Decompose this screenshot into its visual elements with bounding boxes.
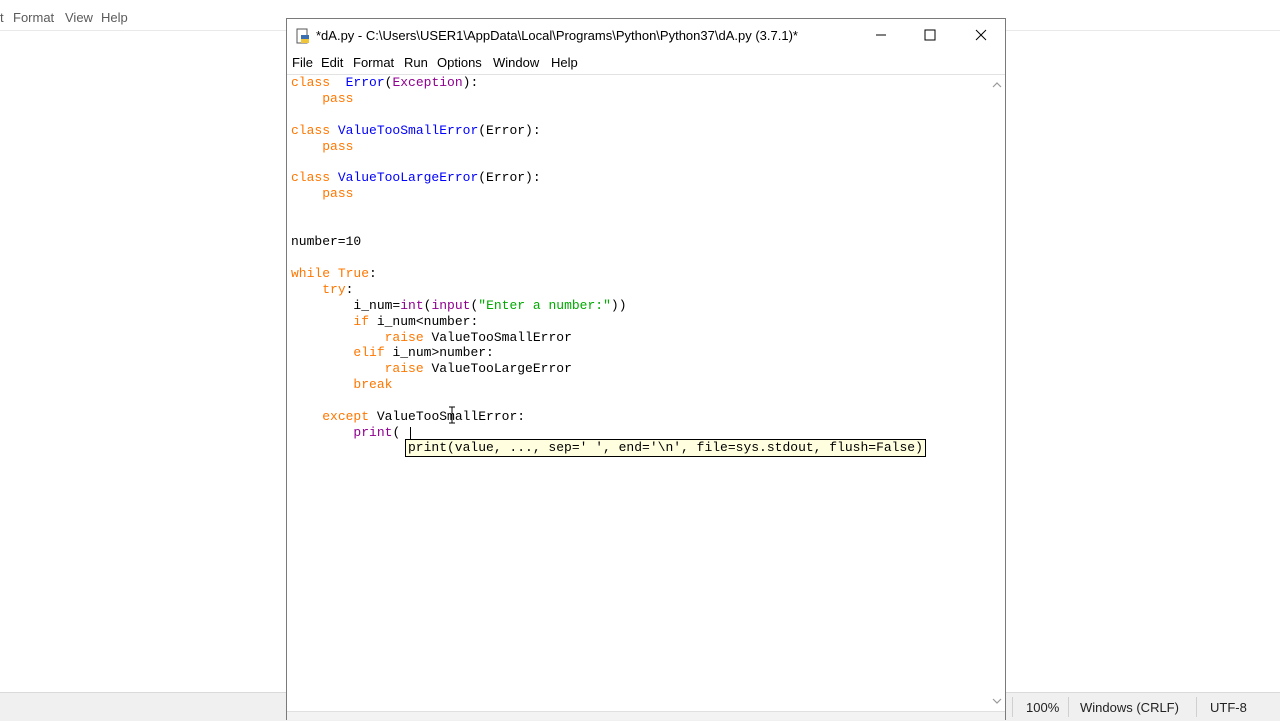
horizontal-scrollbar[interactable] [287, 711, 1005, 720]
menu-format[interactable]: Format [353, 55, 394, 70]
scroll-down-icon[interactable] [989, 693, 1005, 709]
python-file-icon [296, 28, 309, 44]
scroll-up-icon[interactable] [989, 77, 1005, 93]
status-separator [1196, 697, 1197, 717]
menu-edit[interactable]: Edit [321, 55, 343, 70]
minimize-button[interactable] [858, 19, 904, 51]
code-line[interactable]: break [291, 377, 392, 392]
title-bar[interactable]: *dA.py - C:\Users\USER1\AppData\Local\Pr… [287, 19, 1005, 52]
menu-bar: File Edit Format Run Options Window Help [287, 52, 1005, 74]
status-line-ending: Windows (CRLF) [1080, 700, 1179, 715]
status-zoom: 100% [1026, 700, 1060, 715]
bg-menu-item-view[interactable]: View [65, 10, 93, 25]
window-title: *dA.py - C:\Users\USER1\AppData\Local\Pr… [316, 28, 798, 43]
bg-menu-item-format[interactable]: Format [13, 10, 54, 25]
minimize-icon [876, 34, 886, 36]
vertical-scrollbar[interactable] [989, 75, 1005, 711]
menu-options[interactable]: Options [437, 55, 482, 70]
code-line[interactable]: i_num=int(input("Enter a number:")) [291, 298, 626, 313]
menu-file[interactable]: File [292, 55, 313, 70]
code-line[interactable]: elif i_num>number: [291, 345, 493, 360]
code-line[interactable]: class ValueTooSmallError(Error): [291, 123, 541, 138]
status-separator [1068, 697, 1069, 717]
maximize-button[interactable] [907, 19, 953, 51]
menu-help[interactable]: Help [551, 55, 578, 70]
maximize-icon [924, 29, 936, 41]
code-line[interactable]: raise ValueTooLargeError [291, 361, 572, 376]
code-line[interactable]: pass [291, 139, 353, 154]
code-line[interactable]: class Error(Exception): [291, 75, 478, 90]
ibeam-cursor-icon [449, 406, 455, 424]
calltip-tooltip: print(value, ..., sep=' ', end='\n', fil… [405, 439, 926, 457]
code-line[interactable]: pass [291, 91, 353, 106]
code-line[interactable]: except ValueTooSmallError: [291, 409, 525, 424]
bg-menu-item-help[interactable]: Help [101, 10, 128, 25]
code-line[interactable]: try: [291, 282, 353, 297]
code-text[interactable]: class Error(Exception): pass class Value… [291, 75, 627, 441]
idle-editor-window: *dA.py - C:\Users\USER1\AppData\Local\Pr… [286, 18, 1006, 720]
code-line[interactable]: print( [291, 425, 400, 440]
code-line[interactable]: class ValueTooLargeError(Error): [291, 170, 541, 185]
code-line[interactable]: while True: [291, 266, 377, 281]
close-icon [975, 29, 987, 41]
menu-run[interactable]: Run [404, 55, 428, 70]
code-line[interactable]: raise ValueTooSmallError [291, 330, 572, 345]
menu-window[interactable]: Window [493, 55, 539, 70]
code-editor[interactable]: class Error(Exception): pass class Value… [287, 75, 987, 711]
bg-menu-item-edit-partial[interactable]: t [0, 10, 4, 25]
status-separator [1012, 697, 1013, 717]
status-encoding: UTF-8 [1210, 700, 1247, 715]
code-line[interactable]: if i_num<number: [291, 314, 478, 329]
code-line[interactable]: pass [291, 186, 353, 201]
code-line[interactable]: number=10 [291, 234, 361, 249]
close-button[interactable] [958, 19, 1004, 51]
